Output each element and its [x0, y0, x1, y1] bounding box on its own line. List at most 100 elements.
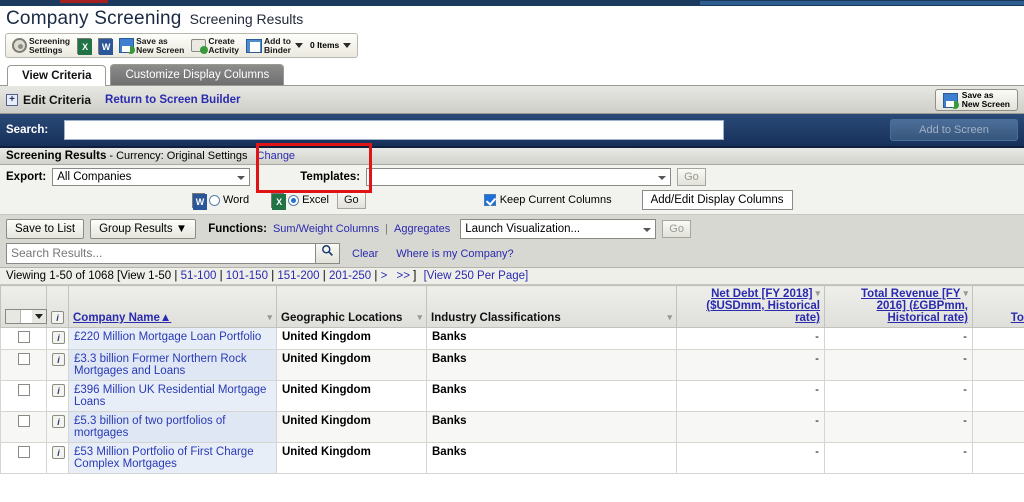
return-to-screen-builder-link[interactable]: Return to Screen Builder	[105, 94, 240, 106]
tab-customize-display-columns[interactable]: Customize Display Columns	[110, 64, 285, 85]
row-checkbox-cell[interactable]	[0, 380, 47, 412]
row-checkbox-cell[interactable]	[0, 442, 47, 474]
save-as-new-screen-button-right[interactable]: Save as New Screen	[934, 89, 1018, 111]
export-excel-button[interactable]	[75, 37, 93, 55]
row-checkbox[interactable]	[17, 331, 30, 343]
export-scope-select[interactable]: All Companies	[52, 168, 251, 186]
row-checkbox[interactable]	[17, 353, 30, 365]
export-word-button[interactable]	[96, 37, 114, 55]
header-third-metric-truncated[interactable]: Tota 201 H	[972, 285, 1024, 328]
chevron-down-icon-total-revenue[interactable]: ▾	[963, 288, 968, 299]
header-net-debt[interactable]: ▾ Net Debt [FY 2018] ($USDmm, Historical…	[676, 285, 825, 328]
company-name-link[interactable]: £53 Million Portfolio of First Charge Co…	[74, 446, 254, 470]
company-name-link[interactable]: £220 Million Mortgage Loan Portfolio	[74, 331, 261, 343]
search-results-button[interactable]	[316, 243, 340, 264]
paging-link-51-100[interactable]: 51-100	[181, 270, 217, 282]
row-checkbox-cell[interactable]	[0, 349, 47, 381]
templates-select[interactable]	[366, 168, 672, 186]
paging-link-101-150[interactable]: 101-150	[226, 270, 268, 282]
header-total-revenue[interactable]: ▾ Total Revenue [FY 2016] (£GBPmm, Histo…	[824, 285, 973, 328]
table-row[interactable]: i £3.3 billion Former Northern Rock Mort…	[0, 349, 1024, 381]
company-name-link[interactable]: £3.3 billion Former Northern Rock Mortga…	[74, 353, 247, 377]
items-count-dropdown[interactable]: 0 Items	[308, 40, 353, 51]
header-company-name-label[interactable]: Company Name	[73, 312, 160, 324]
add-to-binder-label: Add to Binder	[264, 36, 291, 55]
row-geo-cell: United Kingdom	[276, 380, 427, 412]
templates-go-button[interactable]: Go	[677, 168, 706, 186]
save-to-list-button[interactable]: Save to List	[6, 219, 85, 239]
add-to-screen-button[interactable]: Add to Screen	[890, 119, 1018, 141]
header-industry-classifications[interactable]: ▾ Industry Classifications	[426, 285, 677, 328]
paging-next-link[interactable]: >	[381, 270, 388, 282]
screening-settings-button[interactable]: Screening Settings	[10, 36, 72, 56]
view-250-per-page-link[interactable]: [View 250 Per Page]	[424, 270, 529, 282]
visualization-go-button[interactable]: Go	[662, 220, 691, 238]
add-to-binder-button[interactable]: Add to Binder	[244, 36, 305, 56]
row-info-cell[interactable]: i	[46, 349, 69, 381]
header-total-revenue-label[interactable]: Total Revenue [FY 2016] (£GBPmm, Histori…	[829, 288, 968, 324]
clear-link[interactable]: Clear	[352, 248, 378, 260]
results-table-body: i £220 Million Mortgage Loan Portfolio U…	[0, 327, 1024, 474]
row-company-name-cell[interactable]: £220 Million Mortgage Loan Portfolio	[68, 327, 277, 350]
row-company-name-cell[interactable]: £3.3 billion Former Northern Rock Mortga…	[68, 349, 277, 381]
table-row[interactable]: i £396 Million UK Residential Mortgage L…	[0, 380, 1024, 412]
chevron-down-icon-items[interactable]	[343, 43, 352, 48]
row-info-cell[interactable]: i	[46, 442, 69, 474]
table-row[interactable]: i £5.3 billion of two portfolios of mort…	[0, 411, 1024, 443]
tab-view-criteria[interactable]: View Criteria	[7, 65, 107, 86]
header-geographic-locations[interactable]: ▾ Geographic Locations	[276, 285, 427, 328]
keep-current-columns-checkbox[interactable]	[483, 194, 496, 206]
save-as-new-screen-button[interactable]: Save as New Screen	[117, 36, 186, 56]
row-checkbox-cell[interactable]	[0, 327, 47, 350]
info-icon-header[interactable]: i	[51, 311, 64, 324]
change-currency-link[interactable]: Change	[257, 150, 296, 162]
info-icon[interactable]: i	[52, 353, 65, 366]
row-company-name-cell[interactable]: £53 Million Portfolio of First Charge Co…	[68, 442, 277, 474]
chevron-down-icon-net-debt[interactable]: ▾	[815, 288, 820, 299]
table-row[interactable]: i £220 Million Mortgage Loan Portfolio U…	[0, 327, 1024, 350]
company-name-link[interactable]: £396 Million UK Residential Mortgage Loa…	[74, 384, 266, 408]
search-input[interactable]	[64, 120, 724, 140]
paging-last-link[interactable]: >>	[397, 270, 410, 282]
aggregates-link[interactable]: Aggregates	[394, 223, 450, 235]
info-icon[interactable]: i	[52, 384, 65, 397]
header-company-name[interactable]: ▾ Company Name▲	[68, 285, 277, 328]
export-go-button[interactable]: Go	[337, 191, 366, 209]
chevron-down-icon-industry[interactable]: ▾	[667, 312, 672, 323]
info-icon[interactable]: i	[52, 415, 65, 428]
row-info-cell[interactable]: i	[46, 411, 69, 443]
company-name-link[interactable]: £5.3 billion of two portfolios of mortga…	[74, 415, 226, 439]
row-company-name-cell[interactable]: £396 Million UK Residential Mortgage Loa…	[68, 380, 277, 412]
group-results-button[interactable]: Group Results ▼	[90, 219, 197, 239]
expand-criteria-icon[interactable]: +	[6, 93, 18, 106]
header-net-debt-label[interactable]: Net Debt [FY 2018] ($USDmm, Historical r…	[681, 288, 820, 324]
paging-close-bracket: ]	[413, 270, 417, 282]
launch-visualization-select[interactable]: Launch Visualization...	[460, 219, 657, 239]
excel-radio[interactable]	[288, 194, 300, 206]
chevron-down-icon-company-name[interactable]: ▾	[267, 312, 272, 323]
row-checkbox[interactable]	[17, 446, 30, 458]
table-row[interactable]: i £53 Million Portfolio of First Charge …	[0, 442, 1024, 474]
info-icon[interactable]: i	[52, 446, 65, 459]
paging-link-151-200[interactable]: 151-200	[277, 270, 319, 282]
search-results-input[interactable]: Search Results...	[6, 243, 316, 264]
chevron-down-icon-geo[interactable]: ▾	[417, 312, 422, 323]
word-radio[interactable]	[209, 194, 220, 206]
sum-weight-columns-link[interactable]: Sum/Weight Columns	[273, 223, 379, 235]
where-is-my-company-link[interactable]: Where is my Company?	[396, 248, 513, 260]
add-edit-display-columns-button[interactable]: Add/Edit Display Columns	[641, 190, 793, 210]
row-net-debt-cell: -	[676, 327, 825, 350]
row-checkbox[interactable]	[17, 415, 30, 427]
header-third-metric-label[interactable]: Tota 201 H	[977, 312, 1024, 324]
row-checkbox[interactable]	[17, 384, 30, 396]
row-info-cell[interactable]: i	[46, 380, 69, 412]
chevron-down-icon[interactable]	[294, 43, 303, 48]
row-company-name-cell[interactable]: £5.3 billion of two portfolios of mortga…	[68, 411, 277, 443]
row-checkbox-cell[interactable]	[0, 411, 47, 443]
row-info-cell[interactable]: i	[46, 327, 69, 350]
info-icon[interactable]: i	[52, 331, 65, 344]
create-activity-button[interactable]: Create Activity	[189, 36, 241, 56]
edit-criteria-label[interactable]: Edit Criteria	[23, 93, 91, 107]
paging-link-201-250[interactable]: 201-250	[329, 270, 371, 282]
select-all-dropdown[interactable]	[5, 309, 47, 324]
